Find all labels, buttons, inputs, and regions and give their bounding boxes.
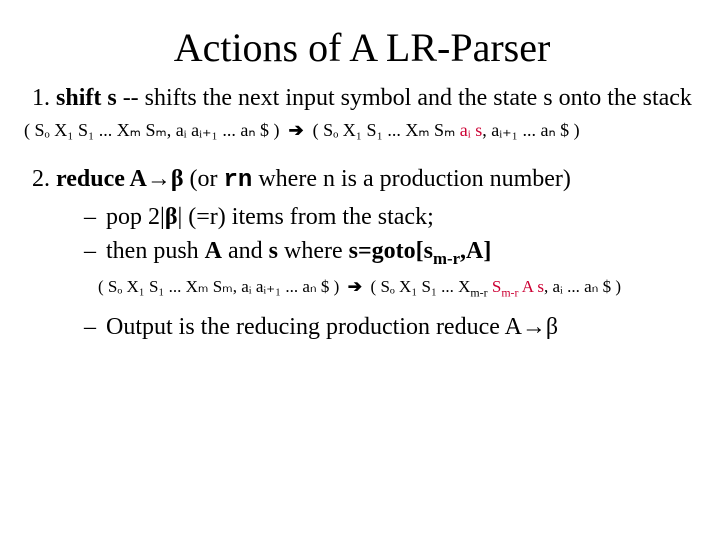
shift-formula-red: aᵢ s — [460, 120, 482, 140]
arrow-icon: ➔ — [348, 277, 362, 296]
shift-formula-right-post: , aᵢ₊₁ ... aₙ $ ) — [482, 120, 579, 140]
reduce-sublist: pop 2|β| (=r) items from the stack; then… — [56, 202, 700, 266]
push-where: where — [278, 238, 349, 264]
shift-formula: ( Sₒ X₁ S₁ ... Xₘ Sₘ, aᵢ aᵢ₊₁ ... aₙ $ )… — [24, 119, 700, 142]
reduce-formula: ( Sₒ X₁ S₁ ... Xₘ Sₘ, aᵢ aᵢ₊₁ ... aₙ $ )… — [98, 276, 700, 298]
slide-title: Actions of A LR-Parser — [24, 24, 700, 71]
reduce-bullet-pop: pop 2|β| (=r) items from the stack; — [84, 202, 700, 232]
ordered-list: shift s -- shifts the next input symbol … — [30, 83, 700, 113]
push-pre: then push — [106, 238, 205, 264]
push-A: A — [205, 238, 222, 264]
push-goto: s=goto[sm-r,A] — [349, 238, 492, 264]
reduce-label-b: β — [171, 166, 184, 192]
reduce-formula-red: Sm-r A s — [492, 277, 544, 296]
pop-text: pop 2|β| (=r) items from the stack; — [106, 204, 434, 230]
reduce-formula-right-post: , aᵢ ... aₙ $ ) — [544, 277, 621, 296]
item-shift: shift s -- shifts the next input symbol … — [56, 83, 700, 113]
rf-sub1: m-r — [470, 286, 487, 300]
ordered-list-2: reduce A→β (or rn where n is a productio… — [30, 164, 700, 342]
shift-label-rest: -- shifts the next input symbol and the … — [117, 85, 692, 111]
slide: Actions of A LR-Parser shift s -- shifts… — [0, 0, 720, 540]
push-s: s — [269, 238, 278, 264]
reduce-formula-left: ( Sₒ X₁ S₁ ... Xₘ Sₘ, aᵢ aᵢ₊₁ ... aₙ $ ) — [98, 277, 339, 296]
shift-formula-right-pre: ( Sₒ X₁ S₁ ... Xₘ Sₘ — [313, 120, 460, 140]
push-mid: and — [222, 238, 269, 264]
reduce-label-a: reduce A — [56, 166, 147, 192]
shift-formula-left: ( Sₒ X₁ S₁ ... Xₘ Sₘ, aᵢ aᵢ₊₁ ... aₙ $ ) — [24, 120, 280, 140]
reduce-bullet-push: then push A and s where s=goto[sm-r,A] — [84, 236, 700, 266]
item-reduce: reduce A→β (or rn where n is a productio… — [56, 164, 700, 342]
arrow-icon: ➔ — [289, 120, 304, 140]
reduce-rn: rn — [224, 167, 253, 194]
reduce-paren-pre: (or — [184, 166, 224, 192]
reduce-paren-post: where n is a production number) — [252, 166, 571, 192]
reduce-formula-right-pre: ( Sₒ X₁ S₁ ... X — [371, 277, 471, 296]
reduce-label-arrow: → — [147, 166, 171, 192]
reduce-sublist-2: Output is the reducing production reduce… — [56, 312, 700, 342]
reduce-bullet-output: Output is the reducing production reduce… — [84, 312, 700, 342]
shift-label-bold: shift s — [56, 85, 117, 111]
